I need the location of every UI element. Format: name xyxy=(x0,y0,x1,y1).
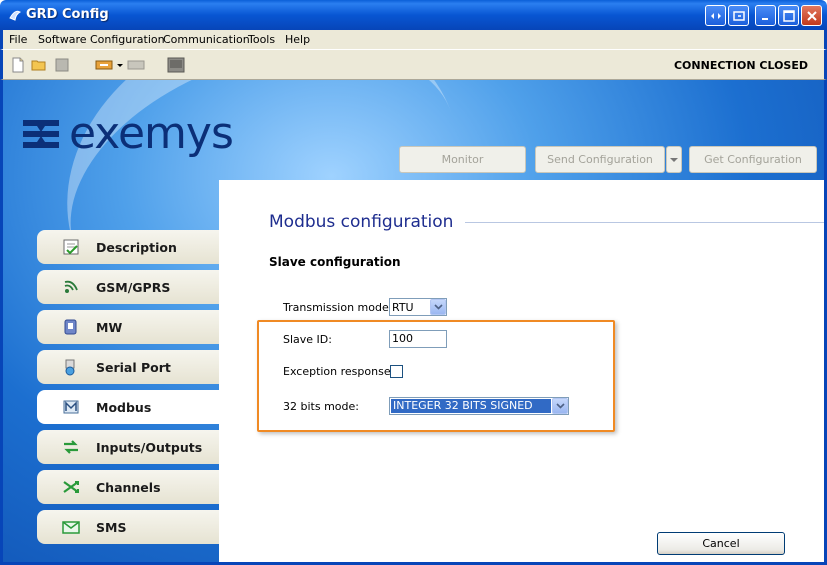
menu-help[interactable]: Help xyxy=(285,33,310,46)
nav-item-inputs-outputs[interactable]: Inputs/Outputs xyxy=(37,430,220,464)
device-icon xyxy=(61,317,81,337)
nav-item-serial-port[interactable]: Serial Port xyxy=(37,350,220,384)
transmission-mode-label: Transmission mode: xyxy=(283,301,393,314)
nav-item-label: Serial Port xyxy=(96,359,171,375)
close-icon xyxy=(806,10,817,21)
bits-mode-label: 32 bits mode: xyxy=(283,400,359,413)
title-bar: GRD Config xyxy=(0,0,827,30)
logo-mark-icon xyxy=(23,120,59,148)
transmission-mode-select[interactable]: RTU xyxy=(389,298,447,316)
dropdown-arrow-icon[interactable] xyxy=(116,57,124,73)
envelope-icon xyxy=(61,517,81,537)
chevron-down-icon xyxy=(552,398,568,414)
slave-id-input[interactable]: 100 xyxy=(389,330,447,348)
open-folder-icon[interactable] xyxy=(31,57,47,73)
cancel-button[interactable]: Cancel xyxy=(657,532,785,555)
close-button[interactable] xyxy=(801,5,822,26)
window-icon xyxy=(732,10,745,21)
nav-item-label: MW xyxy=(96,319,123,335)
send-options-dropdown[interactable] xyxy=(666,146,682,173)
minimize-button[interactable] xyxy=(755,5,776,26)
panel-title: Modbus configuration xyxy=(269,212,454,232)
exception-response-label: Exception response: xyxy=(283,365,395,378)
window-title: GRD Config xyxy=(26,7,109,22)
main-area: exemys Monitor Send Configuration Get Co… xyxy=(0,80,827,565)
menu-bar: File Software Configuration Communicatio… xyxy=(0,30,827,49)
nav-item-label: Modbus xyxy=(96,399,152,415)
logo-text: exemys xyxy=(69,108,234,159)
exception-response-checkbox[interactable] xyxy=(390,365,403,378)
restore-arrows-button[interactable] xyxy=(705,5,726,26)
arrows-icon xyxy=(710,12,721,19)
nav-item-label: SMS xyxy=(96,519,127,535)
minimize-icon xyxy=(761,17,768,20)
nav-item-label: GSM/GPRS xyxy=(96,279,171,295)
send-configuration-button[interactable]: Send Configuration xyxy=(535,146,665,173)
get-configuration-button[interactable]: Get Configuration xyxy=(689,146,817,173)
toolbar: CONNECTION CLOSED xyxy=(0,49,827,80)
chevron-down-icon xyxy=(670,157,678,162)
disconnect-icon[interactable] xyxy=(127,57,145,73)
monitor-button[interactable]: Monitor xyxy=(399,146,526,173)
bits-mode-select[interactable]: INTEGER 32 BITS SIGNED xyxy=(389,397,569,415)
nav-item-label: Description xyxy=(96,239,177,255)
connect-icon[interactable] xyxy=(95,57,113,73)
menu-tools[interactable]: Tools xyxy=(248,33,275,46)
nav-item-mw[interactable]: MW xyxy=(37,310,220,344)
terminal-icon[interactable] xyxy=(167,57,185,73)
serial-port-icon xyxy=(61,357,81,377)
modbus-configuration-panel: Modbus configuration Slave configuration… xyxy=(219,180,824,562)
title-divider xyxy=(465,222,824,223)
bits-mode-value: INTEGER 32 BITS SIGNED xyxy=(391,399,551,413)
nav-item-label: Inputs/Outputs xyxy=(96,439,203,455)
new-file-icon[interactable] xyxy=(10,57,26,73)
slave-id-label: Slave ID: xyxy=(283,333,332,346)
section-title: Slave configuration xyxy=(269,255,401,269)
maximize-button[interactable] xyxy=(778,5,799,26)
nav-item-modbus[interactable]: Modbus xyxy=(37,390,220,424)
nav-item-sms[interactable]: SMS xyxy=(37,510,220,544)
exemys-logo: exemys xyxy=(21,108,234,159)
nav-item-channels[interactable]: Channels xyxy=(37,470,220,504)
save-icon[interactable] xyxy=(54,57,70,73)
modbus-icon xyxy=(61,397,81,417)
nav-item-label: Channels xyxy=(96,479,161,495)
menu-file[interactable]: File xyxy=(9,33,27,46)
maximize-icon xyxy=(782,9,795,22)
nav-item-gsm-gprs[interactable]: GSM/GPRS xyxy=(37,270,220,304)
menu-software-configuration[interactable]: Software Configuration xyxy=(38,33,165,46)
nav-item-description[interactable]: Description xyxy=(37,230,220,264)
window-switch-button[interactable] xyxy=(728,5,749,26)
app-icon xyxy=(9,10,22,21)
chevron-down-icon xyxy=(430,299,446,315)
transmission-mode-value: RTU xyxy=(392,300,414,314)
connection-status: CONNECTION CLOSED xyxy=(673,59,808,72)
document-check-icon xyxy=(61,237,81,257)
menu-communication[interactable]: Communication xyxy=(163,33,250,46)
arrows-io-icon xyxy=(61,437,81,457)
channels-icon xyxy=(61,477,81,497)
wireless-icon xyxy=(61,277,81,297)
